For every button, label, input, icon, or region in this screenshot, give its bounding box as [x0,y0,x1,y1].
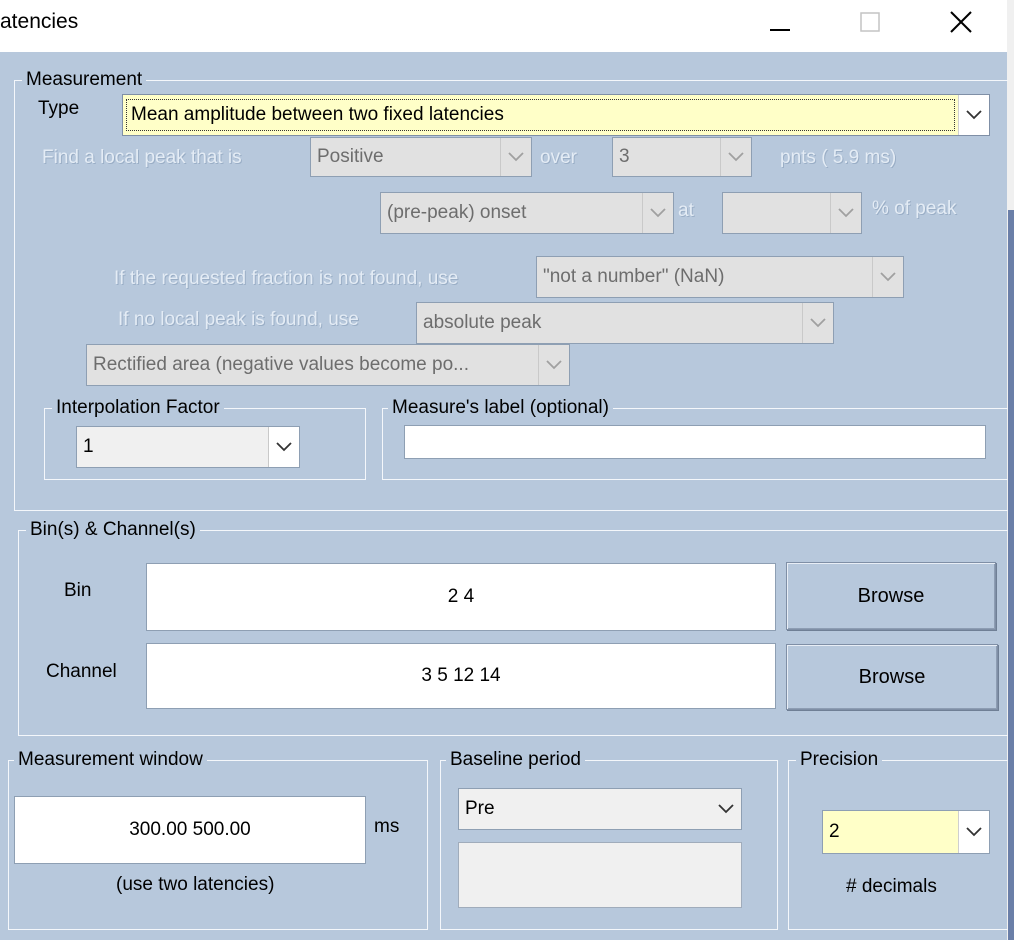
baseline-custom-input[interactable] [458,842,742,908]
close-icon [950,11,972,33]
polarity-select[interactable]: Positive [310,137,532,177]
baseline-legend: Baseline period [446,749,585,771]
chevron-down-icon [720,138,751,176]
ms-unit-label: ms [374,816,400,837]
chevron-down-icon [538,345,569,385]
precision-value: 2 [829,821,840,842]
window-title: atencies [0,10,79,33]
interpolation-legend: Interpolation Factor [52,397,224,419]
bin-label: Bin [64,580,92,601]
find-peak-label: Find a local peak that is [42,147,242,168]
fraction-select[interactable]: "not a number" (NaN) [536,256,904,298]
channel-label: Channel [46,661,117,682]
measurement-window-legend: Measurement window [14,749,207,771]
points-select[interactable]: 3 [612,137,752,177]
chevron-down-icon [958,811,989,853]
precision-legend: Precision [796,749,883,771]
maximize-button[interactable] [835,0,905,44]
onset-select[interactable]: (pre-peak) onset [380,192,674,234]
minimize-button[interactable] [745,0,815,44]
minimize-icon [770,29,790,31]
browse-bin-button[interactable]: Browse [786,562,996,630]
interpolation-value: 1 [83,436,94,457]
bins-channels-legend: Bin(s) & Channel(s) [26,519,200,541]
rectified-value: Rectified area (negative values become p… [93,354,469,375]
chevron-down-icon [958,95,989,135]
fraction-value: "not a number" (NaN) [543,266,725,287]
polarity-value: Positive [317,146,384,167]
baseline-value: Pre [465,798,495,819]
no-peak-select[interactable]: absolute peak [416,302,834,344]
measurement-window-input[interactable]: 300.00 500.00 [14,796,366,864]
channel-input[interactable]: 3 5 12 14 [146,643,776,709]
points-value: 3 [619,146,630,167]
browse-channel-button[interactable]: Browse [786,644,998,710]
fraction-label: If the requested fraction is not found, … [114,268,459,289]
close-button[interactable] [926,0,996,44]
onset-value: (pre-peak) onset [387,202,527,223]
window-border-shadow [1008,210,1014,940]
chevron-down-icon [830,193,861,233]
type-select-value: Mean amplitude between two fixed latenci… [126,99,955,131]
measure-label-legend: Measure's label (optional) [388,397,613,419]
percent-of-peak-label: % of peak [872,198,957,219]
no-peak-label: If no local peak is found, use [118,309,359,330]
maximize-icon [860,12,880,32]
type-label: Type [38,98,80,119]
bin-input[interactable]: 2 4 [146,563,776,631]
chevron-down-icon [500,138,531,176]
precision-select[interactable]: 2 [822,810,990,854]
baseline-select[interactable]: Pre [458,788,742,830]
no-peak-value: absolute peak [423,312,542,333]
at-label: at [678,200,694,221]
interpolation-select[interactable]: 1 [76,426,300,468]
chevron-down-icon [711,789,741,829]
percent-select[interactable] [722,192,862,234]
over-label: over [540,147,577,168]
type-select[interactable]: Mean amplitude between two fixed latenci… [122,94,990,136]
window-hint-label: (use two latencies) [116,874,275,895]
chevron-down-icon [802,303,833,343]
chevron-down-icon [642,193,673,233]
points-unit-label: pnts ( 5.9 ms) [780,147,897,168]
chevron-down-icon [872,257,903,297]
measurement-legend: Measurement [22,69,147,91]
decimals-label: # decimals [846,876,937,897]
measure-label-input[interactable] [404,425,986,459]
rectified-select[interactable]: Rectified area (negative values become p… [86,344,570,386]
chevron-down-icon [268,427,299,467]
